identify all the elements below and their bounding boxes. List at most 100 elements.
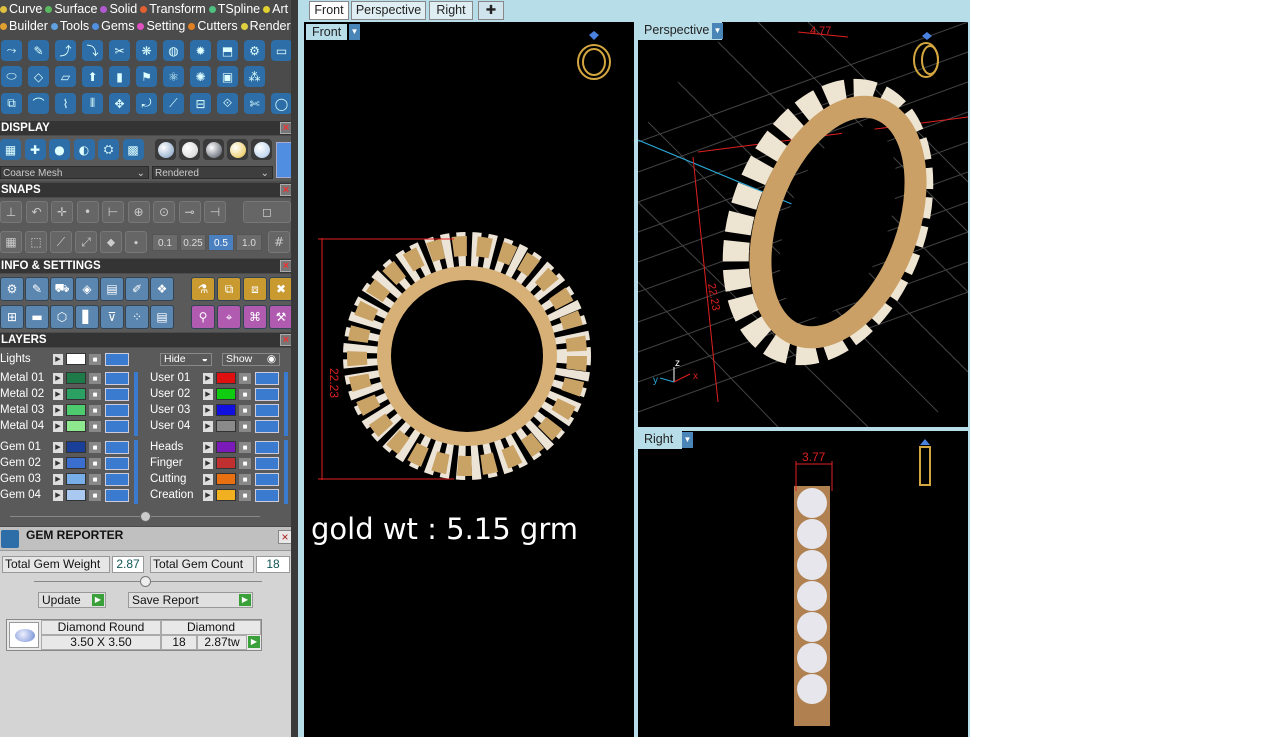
circle-tool-icon[interactable]: ◯	[271, 93, 292, 114]
material-sphere-icon[interactable]	[227, 139, 248, 160]
right-viewport[interactable]: 3.77 Right ▼	[638, 431, 968, 737]
visibility-toggle[interactable]	[255, 489, 279, 502]
material-sphere-icon[interactable]	[179, 139, 200, 160]
environment-icon[interactable]: ⛭	[98, 139, 119, 160]
menu-tab-cutters[interactable]: Cutters	[188, 19, 238, 33]
atom-icon[interactable]: ⚛	[163, 66, 184, 87]
layer-color-swatch[interactable]	[216, 388, 236, 400]
play-icon[interactable]: ▶	[53, 405, 63, 416]
visibility-toggle[interactable]	[255, 388, 279, 401]
info-tool-icon[interactable]: ⚙	[0, 277, 24, 301]
move-icon[interactable]: ✥	[109, 93, 130, 114]
snap-mode-icon[interactable]: ⬚	[25, 231, 47, 253]
layer-color-swatch[interactable]	[66, 489, 86, 501]
visibility-toggle[interactable]	[105, 457, 129, 470]
snap-square-icon[interactable]: ◻	[243, 201, 291, 223]
array-icon[interactable]: ⧉	[1, 93, 22, 114]
projector-icon[interactable]: ⬒	[217, 40, 238, 61]
chevron-down-icon[interactable]: ▼	[712, 23, 723, 39]
visibility-toggle[interactable]	[255, 420, 279, 433]
show-button[interactable]: Show ◉	[222, 353, 280, 366]
setting-tool-icon[interactable]: ⧈	[243, 277, 267, 301]
snap-toggle-icon[interactable]: ⊣	[204, 201, 226, 223]
layer-color-swatch[interactable]	[66, 473, 86, 485]
snap-toggle-icon[interactable]: ⊥	[0, 201, 22, 223]
render-dropdown[interactable]: Rendered ⌄	[152, 166, 273, 179]
layer-row[interactable]: Metal 03 ▶ ■	[0, 403, 140, 418]
snap-mode-icon[interactable]: ▦	[0, 231, 22, 253]
setting-tool-icon[interactable]: ✖	[269, 277, 293, 301]
play-icon[interactable]: ▶	[203, 389, 213, 400]
update-button[interactable]: Update ▶	[38, 592, 106, 608]
setting-tool-icon[interactable]: ⌘	[243, 305, 267, 329]
play-icon[interactable]: ▶	[203, 373, 213, 384]
menu-tab-gems[interactable]: Gems	[92, 19, 134, 33]
visibility-toggle[interactable]	[255, 441, 279, 454]
layer-row[interactable]: User 04 ▶ ■	[150, 419, 290, 434]
visibility-toggle[interactable]	[255, 372, 279, 385]
info-tool-icon[interactable]: ▋	[75, 305, 99, 329]
layer-row[interactable]: Creation ▶ ■	[150, 488, 290, 503]
play-icon[interactable]: ▶	[203, 490, 213, 501]
menu-tab-builder[interactable]: Builder	[0, 19, 48, 33]
setting-tool-icon[interactable]: ⧉	[217, 277, 241, 301]
layer-row[interactable]: Gem 01 ▶ ■	[0, 440, 140, 455]
splitter-handle[interactable]	[140, 511, 151, 522]
visibility-toggle[interactable]	[105, 420, 129, 433]
lock-icon[interactable]: ■	[239, 442, 251, 453]
texture-icon[interactable]: ▩	[122, 139, 144, 160]
material-sphere-icon[interactable]	[251, 139, 272, 160]
snap-value[interactable]: 1.0	[236, 234, 262, 251]
scissors-icon[interactable]: ✄	[244, 93, 265, 114]
layer-color-swatch[interactable]	[216, 420, 236, 432]
render-sphere-icon[interactable]: ◐	[73, 139, 95, 160]
layer-color-swatch[interactable]	[216, 473, 236, 485]
lock-icon[interactable]: ■	[89, 458, 101, 469]
material-sphere-icon[interactable]	[203, 139, 224, 160]
layer-color-swatch[interactable]	[66, 372, 86, 384]
snap-toggle-icon[interactable]: ⊢	[102, 201, 124, 223]
lock-icon[interactable]: ■	[89, 421, 101, 432]
info-tool-icon[interactable]: ✎	[25, 277, 49, 301]
lock-icon[interactable]: ■	[239, 405, 251, 416]
hide-button[interactable]: Hide ◒	[160, 353, 212, 366]
setting-tool-icon[interactable]: ⌖	[217, 305, 241, 329]
menu-tab-art[interactable]: Art	[263, 2, 288, 16]
info-tool-icon[interactable]: ❖	[150, 277, 174, 301]
menu-tab-render[interactable]: Render	[240, 19, 291, 33]
play-icon[interactable]: ▶	[203, 405, 213, 416]
grid-tool-icon[interactable]: ▣	[217, 66, 238, 87]
arc-tool-icon[interactable]: ⌒	[28, 93, 49, 114]
plane-tool-icon[interactable]: ▱	[55, 66, 76, 87]
layer-color-swatch[interactable]	[66, 388, 86, 400]
lock-icon[interactable]: ■	[89, 442, 101, 453]
play-icon[interactable]: ▶	[248, 636, 260, 648]
extrude-icon[interactable]: ⬆	[82, 66, 103, 87]
menu-tab-transform[interactable]: Transform	[140, 2, 206, 16]
right-viewport-label[interactable]: Right	[638, 431, 682, 449]
lock-icon[interactable]: ■	[239, 458, 251, 469]
visibility-toggle[interactable]	[255, 473, 279, 486]
info-tool-icon[interactable]: ⊞	[0, 305, 24, 329]
splitter-handle[interactable]	[140, 576, 151, 587]
layer-row[interactable]: User 01 ▶ ■	[150, 371, 290, 386]
chevron-down-icon[interactable]: ▼	[682, 432, 693, 448]
snap-toggle-icon[interactable]: ↶	[25, 201, 48, 223]
play-icon[interactable]: ▶	[203, 458, 213, 469]
curve-cut-icon[interactable]: ✂	[109, 40, 130, 61]
layer-color-swatch[interactable]	[216, 372, 236, 384]
tab-right[interactable]: Right	[429, 1, 473, 20]
star-tool-icon[interactable]: ✹	[190, 40, 211, 61]
layer-row[interactable]: Gem 03 ▶ ■	[0, 472, 140, 487]
menu-tab-setting[interactable]: Setting	[137, 19, 185, 33]
info-tool-icon[interactable]: ⬡	[50, 305, 74, 329]
curve-add-icon[interactable]: ⤵	[82, 40, 103, 61]
snap-toggle-icon[interactable]: •	[76, 201, 99, 223]
panel-splitter[interactable]	[291, 0, 298, 737]
play-icon[interactable]: ▶	[53, 354, 63, 365]
grid-snap-icon[interactable]: #	[268, 231, 290, 253]
layer-row[interactable]: Metal 04 ▶ ■	[0, 419, 140, 434]
lock-icon[interactable]: ■	[239, 421, 251, 432]
layer-row[interactable]: Finger ▶ ■	[150, 456, 290, 471]
info-tool-icon[interactable]: ⛟	[50, 277, 74, 301]
